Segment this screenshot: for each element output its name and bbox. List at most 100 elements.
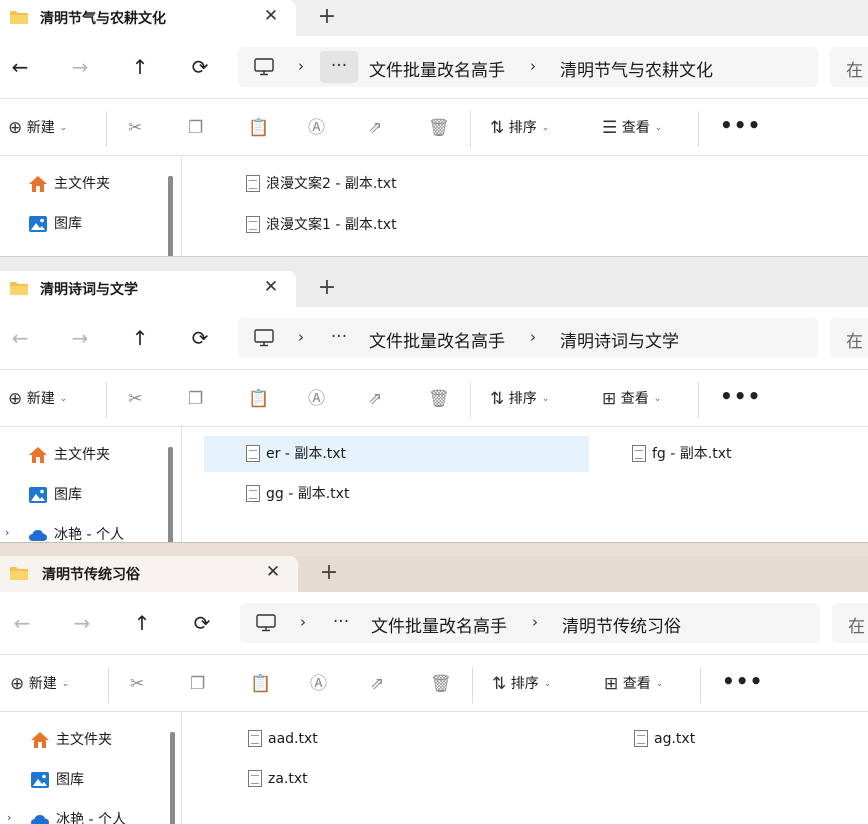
sidebar-item-gallery[interactable]: 图库 xyxy=(30,769,84,791)
breadcrumb-parent[interactable]: 文件批量改名高手 xyxy=(371,612,507,637)
text-file-icon xyxy=(248,730,262,747)
new-tab-icon[interactable]: + xyxy=(316,277,338,299)
breadcrumb-current[interactable]: 清明诗词与文学 xyxy=(560,327,679,352)
tab-active[interactable]: 清明节传统习俗 ✕ xyxy=(0,556,298,592)
divider xyxy=(106,111,107,147)
paste-icon[interactable]: 📋 xyxy=(248,387,269,411)
refresh-icon[interactable]: ⟳ xyxy=(188,55,212,79)
new-button[interactable]: ⊕ 新建 ⌄ xyxy=(10,672,69,696)
new-button[interactable]: ⊕ 新建 ⌄ xyxy=(8,116,67,140)
sort-button[interactable]: ⇅ 排序 ⌄ xyxy=(492,672,551,696)
delete-icon[interactable]: 🗑 xyxy=(430,672,452,696)
forward-arrow-icon[interactable]: → xyxy=(70,611,94,635)
file-item-selected[interactable]: er - 副本.txt xyxy=(204,436,589,472)
sort-icon: ⇅ xyxy=(492,674,507,694)
overflow-dots-icon[interactable]: ··· xyxy=(320,322,358,354)
view-button[interactable]: ⊞ 查看 ⌄ xyxy=(604,672,663,696)
view-button[interactable]: ⊞ 查看 ⌄ xyxy=(602,387,661,411)
sidebar-item-onedrive[interactable]: 冰艳 - 个人 xyxy=(28,524,124,542)
up-arrow-icon[interactable]: ↑ xyxy=(130,611,154,635)
cut-icon[interactable]: ✂ xyxy=(130,672,144,696)
sort-button[interactable]: ⇅ 排序 ⌄ xyxy=(490,116,549,140)
search-box[interactable]: 在 xyxy=(832,603,868,643)
sidebar-item-gallery[interactable]: 图库 xyxy=(28,484,82,506)
gallery-icon xyxy=(29,216,47,232)
rename-icon[interactable]: Ⓐ xyxy=(308,387,325,411)
up-arrow-icon[interactable]: ↑ xyxy=(128,55,152,79)
chevron-right-icon: › xyxy=(530,57,536,75)
back-arrow-icon[interactable]: ← xyxy=(8,55,32,79)
breadcrumb-parent[interactable]: 文件批量改名高手 xyxy=(369,56,505,81)
file-item[interactable]: 浪漫文案1 - 副本.txt xyxy=(204,207,397,243)
overflow-dots-icon[interactable]: ··· xyxy=(320,51,358,83)
file-name: aad.txt xyxy=(268,731,318,747)
chevron-right-icon[interactable]: › xyxy=(7,811,11,824)
list-view-icon: ☰ xyxy=(602,118,618,138)
new-tab-icon[interactable]: + xyxy=(318,562,340,584)
breadcrumb-current[interactable]: 清明节传统习俗 xyxy=(562,612,681,637)
sidebar-item-gallery[interactable]: 图库 xyxy=(28,213,82,235)
forward-arrow-icon[interactable]: → xyxy=(68,55,92,79)
breadcrumb-current[interactable]: 清明节气与农耕文化 xyxy=(560,56,713,81)
sidebar-item-label: 主文件夹 xyxy=(56,732,112,748)
search-box[interactable]: 在 xyxy=(830,318,868,358)
sidebar-item-onedrive[interactable]: 冰艳 - 个人 xyxy=(30,809,126,824)
navigation-pane: 主文件夹 图库 › 冰艳 - 个人 xyxy=(0,712,182,824)
sort-button[interactable]: ⇅ 排序 ⌄ xyxy=(490,387,549,411)
close-tab-icon[interactable]: ✕ xyxy=(262,6,280,26)
tab-active[interactable]: 清明节气与农耕文化 ✕ xyxy=(0,0,296,36)
refresh-icon[interactable]: ⟳ xyxy=(188,326,212,350)
delete-icon[interactable]: 🗑 xyxy=(428,387,450,411)
file-item[interactable]: gg - 副本.txt xyxy=(204,476,349,512)
paste-icon[interactable]: 📋 xyxy=(248,116,269,140)
sidebar-scrollbar[interactable] xyxy=(168,447,173,542)
refresh-icon[interactable]: ⟳ xyxy=(190,611,214,635)
rename-icon[interactable]: Ⓐ xyxy=(310,672,327,696)
address-bar[interactable]: › ··· 文件批量改名高手 › 清明节气与农耕文化 xyxy=(238,47,818,87)
file-item[interactable]: 浪漫文案2 - 副本.txt xyxy=(204,166,397,202)
file-name: ag.txt xyxy=(654,731,696,747)
more-options-icon[interactable]: ••• xyxy=(720,384,761,408)
address-bar[interactable]: › ··· 文件批量改名高手 › 清明节传统习俗 xyxy=(240,603,820,643)
cut-icon[interactable]: ✂ xyxy=(128,387,142,411)
forward-arrow-icon[interactable]: → xyxy=(68,326,92,350)
breadcrumb-parent[interactable]: 文件批量改名高手 xyxy=(369,327,505,352)
tab-active[interactable]: 清明诗词与文学 ✕ xyxy=(0,271,296,307)
file-item[interactable]: aad.txt xyxy=(206,721,318,757)
cut-icon[interactable]: ✂ xyxy=(128,116,142,140)
view-button[interactable]: ☰ 查看 ⌄ xyxy=(602,116,662,140)
back-arrow-icon[interactable]: ← xyxy=(8,326,32,350)
back-arrow-icon[interactable]: ← xyxy=(10,611,34,635)
address-bar[interactable]: › ··· 文件批量改名高手 › 清明诗词与文学 xyxy=(238,318,818,358)
copy-icon[interactable]: ❐ xyxy=(188,387,203,411)
close-tab-icon[interactable]: ✕ xyxy=(264,562,282,582)
file-item[interactable]: za.txt xyxy=(206,761,308,797)
paste-icon[interactable]: 📋 xyxy=(250,672,271,696)
overflow-dots-icon[interactable]: ··· xyxy=(322,607,360,639)
file-item[interactable]: fg - 副本.txt xyxy=(590,436,731,472)
folder-icon xyxy=(10,11,28,24)
new-button[interactable]: ⊕ 新建 ⌄ xyxy=(8,387,67,411)
more-options-icon[interactable]: ••• xyxy=(720,113,761,137)
file-name: gg - 副本.txt xyxy=(266,486,350,502)
file-item[interactable]: ag.txt xyxy=(592,721,695,757)
share-icon[interactable]: ⇗ xyxy=(368,387,382,411)
share-icon[interactable]: ⇗ xyxy=(370,672,384,696)
copy-icon[interactable]: ❐ xyxy=(188,116,203,140)
sidebar-item-home[interactable]: 主文件夹 xyxy=(28,173,110,195)
share-icon[interactable]: ⇗ xyxy=(368,116,382,140)
copy-icon[interactable]: ❐ xyxy=(190,672,205,696)
sidebar-item-home[interactable]: 主文件夹 xyxy=(28,444,110,466)
delete-icon[interactable]: 🗑 xyxy=(428,116,450,140)
rename-icon[interactable]: Ⓐ xyxy=(308,116,325,140)
new-tab-icon[interactable]: + xyxy=(316,6,338,28)
chevron-right-icon[interactable]: › xyxy=(5,526,9,539)
up-arrow-icon[interactable]: ↑ xyxy=(128,326,152,350)
more-options-icon[interactable]: ••• xyxy=(722,669,763,693)
search-box[interactable]: 在 xyxy=(830,47,868,87)
close-tab-icon[interactable]: ✕ xyxy=(262,277,280,297)
sidebar-item-home[interactable]: 主文件夹 xyxy=(30,729,112,751)
sidebar-scrollbar[interactable] xyxy=(168,176,173,256)
new-label: 新建 xyxy=(26,391,55,407)
sidebar-scrollbar[interactable] xyxy=(170,732,175,824)
